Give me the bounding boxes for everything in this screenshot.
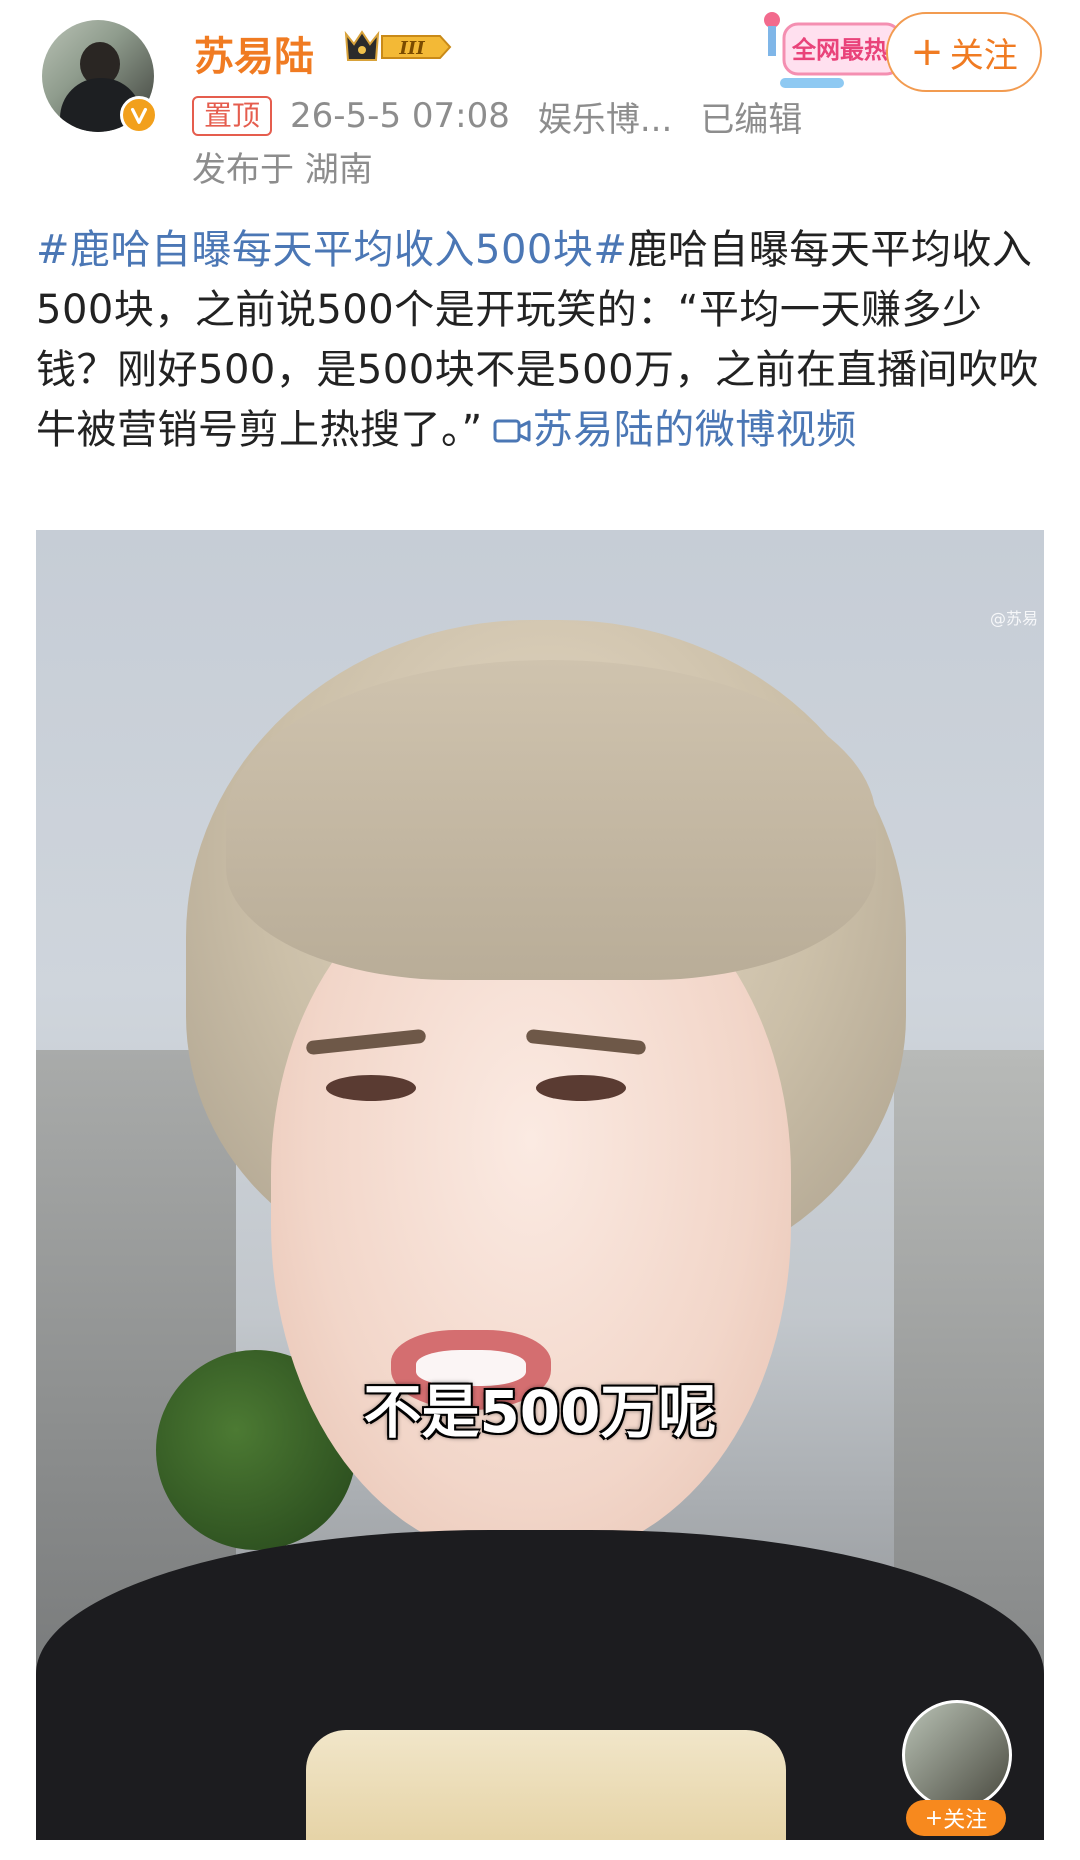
video-subtitle: 不是500万呢 <box>363 1378 717 1446</box>
pin-tag: 置顶 <box>192 96 273 136</box>
video-follow-label: 关注 <box>943 1808 988 1833</box>
video-link[interactable]: 苏易陆的微博视频 <box>533 407 857 453</box>
post-text: #鹿哈自曝每天平均收入500块#鹿哈自曝每天平均收入500块，之前说500个是开… <box>36 220 1046 460</box>
vip-level-text: III <box>398 38 425 59</box>
plus-icon: + <box>910 29 944 75</box>
follow-button-label: 关注 <box>949 35 1018 76</box>
hot-sticker-text: 全网最热 <box>791 36 888 64</box>
hot-sticker: 全网最热 <box>760 4 902 92</box>
video-watermark: @苏易 <box>989 609 1038 628</box>
timestamp: 26-5-5 07:08 <box>290 96 510 136</box>
topic-link[interactable]: #鹿哈自曝每天平均收入500块# <box>36 227 627 273</box>
video-author-avatar[interactable] <box>902 1700 1012 1810</box>
post-source[interactable]: 娱乐博... <box>538 92 672 141</box>
verified-icon <box>120 96 158 134</box>
follow-button[interactable]: + 关注 <box>886 12 1042 92</box>
video-player[interactable]: @苏易 不是500万呢 + 关注 <box>36 530 1044 1840</box>
edited-label[interactable]: 已编辑 <box>700 92 802 141</box>
vip-badge: III <box>342 26 454 68</box>
video-icon <box>493 419 531 443</box>
post-meta: 置顶 26-5-5 07:08 娱乐博... 已编辑 <box>192 92 802 140</box>
video-follow-button[interactable]: + 关注 <box>906 1800 1006 1836</box>
location: 发布于 湖南 <box>192 150 373 190</box>
username[interactable]: 苏易陆 <box>194 24 314 82</box>
